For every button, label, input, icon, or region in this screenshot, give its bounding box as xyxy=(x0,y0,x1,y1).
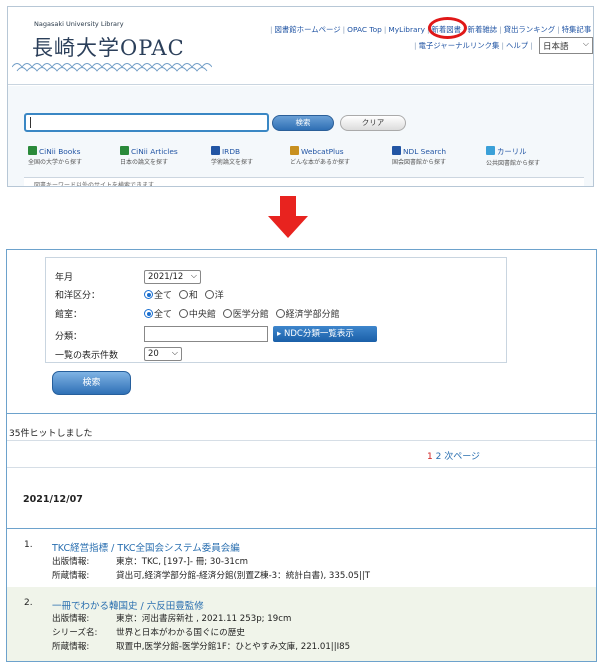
radio-icon xyxy=(222,309,232,318)
radio-branch-economics[interactable]: 経済学部分館 xyxy=(275,307,340,320)
nav-mylibrary[interactable]: MyLibrary xyxy=(388,25,425,34)
db-link-cinii-books[interactable]: CiNii Books 全国の大学から探す xyxy=(28,146,82,166)
search-button[interactable]: 検索 xyxy=(52,371,131,395)
chevron-down-icon: ⌵ xyxy=(190,271,197,280)
ndl-icon xyxy=(392,146,401,155)
radio-branch-all[interactable]: 全て xyxy=(144,307,172,320)
branch-radios: 全て 中央館 医学分館 経済学部分館 xyxy=(144,307,344,320)
result-title-link[interactable]: TKC経営指標 / TKC全国会システム委員会編 xyxy=(52,540,240,554)
nav-new-journals[interactable]: 新着雑誌 xyxy=(468,24,498,35)
header: Nagasaki University Library 長崎大学OPAC | 図書… xyxy=(8,7,593,85)
result-number: 2. xyxy=(24,598,33,608)
wave-pattern-icon xyxy=(12,63,212,72)
db-link-webcatplus[interactable]: WebcatPlus どんな本があるか探す xyxy=(290,146,350,166)
keyword-search-input[interactable] xyxy=(24,113,269,132)
ndc-list-button[interactable]: ▸ NDC分類一覧表示 xyxy=(273,326,377,342)
language-value: 日本語 xyxy=(543,42,569,52)
result-title-link[interactable]: 一冊でわかる韓国史 / 六反田豊監修 xyxy=(52,598,204,612)
play-arrow-icon: ▸ xyxy=(277,329,282,339)
nav-features[interactable]: 特集記事 xyxy=(562,24,592,35)
page-link-2[interactable]: 2 xyxy=(436,452,442,462)
date-heading: 2021/12/07 xyxy=(23,494,83,505)
radio-selected-icon xyxy=(144,290,153,299)
radio-icon xyxy=(275,309,285,318)
notice-text: 図書キーワード以外のサイトを検索できます xyxy=(24,177,584,186)
nav-help[interactable]: ヘルプ xyxy=(506,40,528,51)
per-page-value: 20 xyxy=(148,349,159,359)
radio-icon xyxy=(204,290,214,299)
result-publication: 出版情報: 東京：TKC, [197-]- 冊; 30-31cm xyxy=(52,557,248,567)
radio-lang-western[interactable]: 洋 xyxy=(204,288,224,301)
classification-input[interactable] xyxy=(144,326,268,342)
new-books-filter-form: 年月 2021/12 ⌵ 和洋区分： 全て 和 洋 館室： 全て 中央館 医学分… xyxy=(45,257,507,363)
result-item: 2. 一冊でわかる韓国史 / 六反田豊監修 出版情報: 東京：河出書房新社 , 2… xyxy=(7,587,596,661)
result-holdings: 所蔵情報: 貸出可,経済学部分館-経済分館(別置Z棟-3：統計白書), 335.0… xyxy=(52,571,371,581)
result-publication: 出版情報: 東京：河出書房新社 , 2021.11 253p; 19cm xyxy=(52,614,292,624)
radio-branch-central[interactable]: 中央館 xyxy=(178,307,216,320)
year-month-label: 年月 xyxy=(55,273,74,283)
opac-top-page: Nagasaki University Library 長崎大学OPAC | 図書… xyxy=(7,6,594,187)
language-select[interactable]: 日本語 ⌵ xyxy=(539,37,593,54)
arrow-down-icon xyxy=(268,196,308,238)
result-holdings: 所蔵情報: 取置中,医学分館-医学分館1F：ひとやすみ文庫, 221.01||I8… xyxy=(52,642,351,652)
search-button[interactable]: 検索 xyxy=(272,115,334,131)
calil-icon xyxy=(486,146,495,155)
radio-icon xyxy=(178,309,188,318)
lang-division-label: 和洋区分： xyxy=(55,291,101,301)
irdb-icon xyxy=(211,146,220,155)
db-link-cinii-articles[interactable]: CiNii Articles 日本の論文を探す xyxy=(120,146,178,166)
radio-lang-japanese[interactable]: 和 xyxy=(178,288,198,301)
radio-lang-all[interactable]: 全て xyxy=(144,288,172,301)
pagination: 1 2 次ページ xyxy=(427,449,480,462)
nav-opac-top[interactable]: OPAC Top xyxy=(347,25,382,34)
clear-button[interactable]: クリア xyxy=(340,115,406,131)
lang-division-radios: 全て 和 洋 xyxy=(144,288,228,301)
year-month-select[interactable]: 2021/12 ⌵ xyxy=(144,270,201,284)
next-page-link[interactable]: 次ページ xyxy=(444,452,480,462)
per-page-label: 一覧の表示件数 xyxy=(55,351,119,361)
new-books-page: 年月 2021/12 ⌵ 和洋区分： 全て 和 洋 館室： 全て 中央館 医学分… xyxy=(6,249,597,662)
radio-branch-medical[interactable]: 医学分館 xyxy=(222,307,269,320)
text-caret xyxy=(30,117,31,128)
logo-subtitle: Nagasaki University Library xyxy=(34,20,124,28)
result-number: 1. xyxy=(24,540,33,550)
nav-loan-ranking[interactable]: 貸出ランキング xyxy=(504,24,556,35)
hit-count: 35件ヒットしました xyxy=(9,429,93,439)
branch-label: 館室： xyxy=(55,310,83,320)
nav-library-home[interactable]: 図書館ホームページ xyxy=(275,24,341,35)
chevron-down-icon: ⌵ xyxy=(171,348,178,357)
search-area xyxy=(8,86,593,186)
result-item: 1. TKC経営指標 / TKC全国会システム委員会編 出版情報: 東京：TKC,… xyxy=(7,540,596,592)
divider xyxy=(7,528,596,529)
divider xyxy=(7,440,596,441)
cinii-icon xyxy=(28,146,37,155)
nav-ejournal-links[interactable]: 電子ジャーナルリンク集 xyxy=(419,40,500,51)
per-page-select[interactable]: 20 ⌵ xyxy=(144,347,182,361)
divider xyxy=(7,467,596,468)
divider xyxy=(7,413,596,414)
db-link-calil[interactable]: カーリル 公共図書館から探す xyxy=(486,146,540,167)
radio-selected-icon xyxy=(144,309,153,318)
cinii-icon xyxy=(120,146,129,155)
red-highlight-circle xyxy=(428,17,467,39)
webcatplus-icon xyxy=(290,146,299,155)
chevron-down-icon: ⌵ xyxy=(582,39,589,48)
result-series: シリーズ名: 世界と日本がわかる国ぐにの歴史 xyxy=(52,628,245,638)
page-current: 1 xyxy=(427,452,433,462)
top-nav-second: | 電子ジャーナルリンク集 | ヘルプ | xyxy=(414,40,533,51)
db-link-irdb[interactable]: IRDB 学術論文を探す xyxy=(211,146,253,166)
year-month-value: 2021/12 xyxy=(148,272,184,282)
classification-label: 分類： xyxy=(55,332,83,342)
radio-icon xyxy=(178,290,188,299)
db-link-ndl-search[interactable]: NDL Search 国会図書館から探す xyxy=(392,146,446,166)
